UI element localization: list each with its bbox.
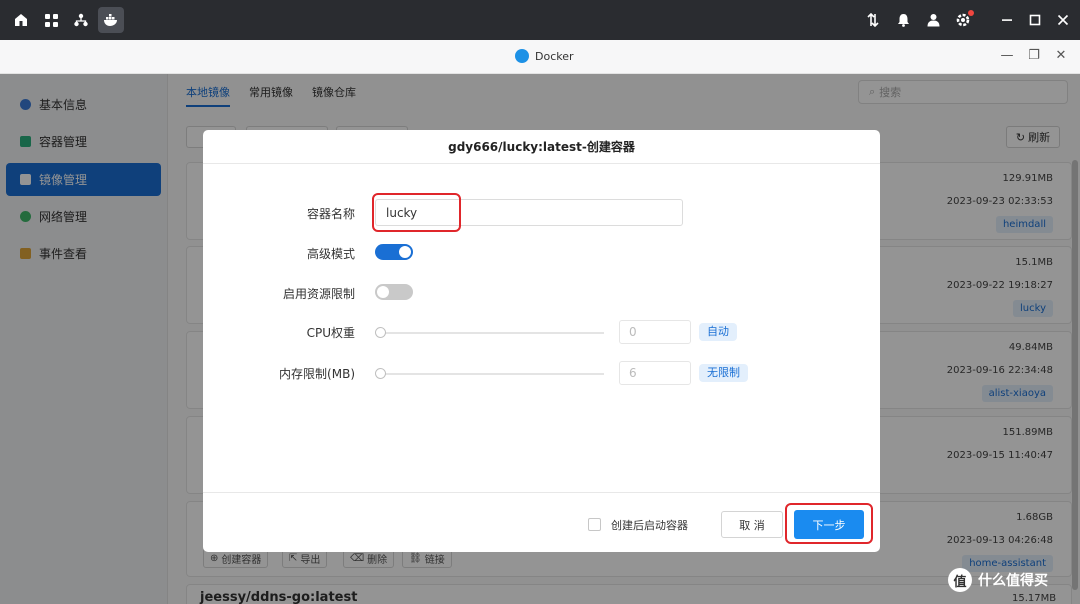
watermark: 值 什么值得买 — [948, 568, 1048, 592]
cpu-slider-handle[interactable] — [375, 327, 386, 338]
notification-dot — [968, 10, 974, 16]
memory-unit-tag: 无限制 — [699, 364, 748, 382]
home-icon[interactable] — [8, 7, 34, 33]
window-close-icon[interactable]: ✕ — [1052, 48, 1070, 63]
resource-limit-toggle[interactable] — [375, 284, 413, 300]
transfer-icon[interactable] — [860, 7, 886, 33]
create-container-dialog: gdy666/lucky:latest-创建容器 容器名称 高级模式 启用资源限… — [203, 130, 880, 552]
docker-logo-icon — [515, 49, 529, 63]
memory-limit-input[interactable] — [619, 361, 691, 385]
toggle-knob — [399, 246, 411, 258]
container-name-input[interactable] — [375, 199, 683, 226]
bell-icon[interactable] — [890, 7, 916, 33]
user-icon[interactable] — [920, 7, 946, 33]
advanced-mode-toggle[interactable] — [375, 244, 413, 260]
toggle-knob — [377, 286, 389, 298]
memory-slider-track — [379, 373, 604, 375]
network-icon[interactable] — [68, 7, 94, 33]
cpu-weight-label: CPU权重 — [306, 326, 355, 340]
memory-limit-label: 内存限制(MB) — [279, 367, 355, 381]
cpu-slider-track — [379, 332, 604, 334]
window-titlebar: Docker — ❐ ✕ — [0, 40, 1080, 74]
minimize-icon[interactable] — [994, 7, 1020, 33]
cancel-button[interactable]: 取 消 — [721, 511, 783, 538]
settings-icon[interactable] — [950, 7, 976, 33]
dialog-footer: 创建后启动容器 取 消 下一步 — [203, 492, 880, 552]
next-step-button[interactable]: 下一步 — [794, 510, 864, 539]
resource-limit-label: 启用资源限制 — [282, 287, 355, 301]
window-title: Docker — [515, 49, 574, 63]
dialog-title: gdy666/lucky:latest-创建容器 — [203, 130, 880, 164]
watermark-logo: 值 — [948, 568, 972, 592]
taskbar — [0, 0, 1080, 40]
container-name-label: 容器名称 — [306, 207, 355, 221]
cpu-weight-input[interactable] — [619, 320, 691, 344]
window-restore-icon[interactable]: ❐ — [1025, 48, 1043, 63]
window-minimize-icon[interactable]: — — [998, 48, 1016, 63]
docker-icon[interactable] — [98, 7, 124, 33]
watermark-text: 什么值得买 — [978, 573, 1048, 589]
memory-slider-handle[interactable] — [375, 368, 386, 379]
apps-grid-icon[interactable] — [38, 7, 64, 33]
start-after-create-label: 创建后启动容器 — [611, 519, 688, 532]
start-after-create-checkbox[interactable] — [588, 518, 601, 531]
maximize-icon[interactable] — [1022, 7, 1048, 33]
advanced-mode-label: 高级模式 — [306, 247, 355, 261]
close-icon[interactable] — [1050, 7, 1076, 33]
window-title-text: Docker — [535, 49, 574, 63]
cpu-unit-tag: 自动 — [699, 323, 737, 341]
